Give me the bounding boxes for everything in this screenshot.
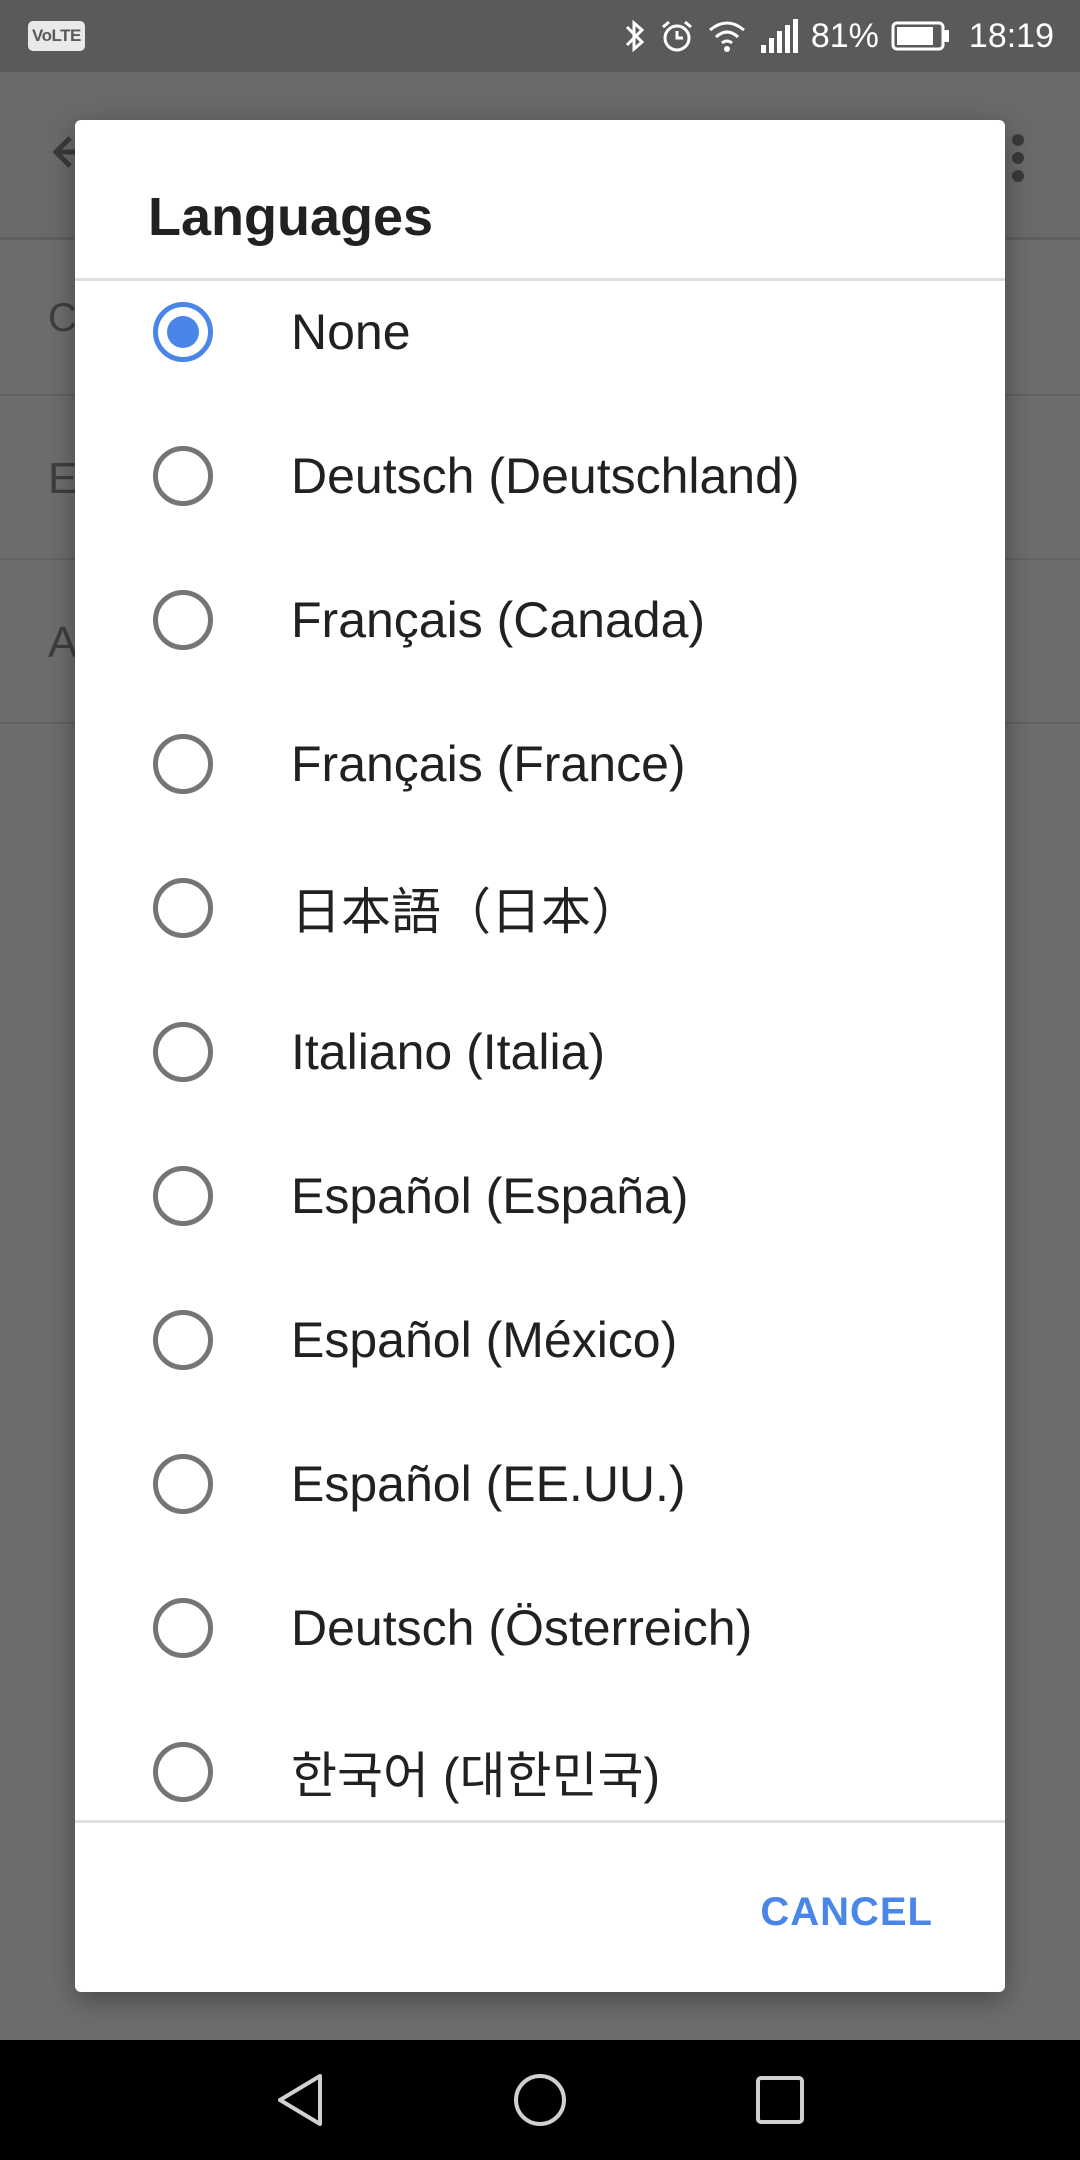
- language-option-label: Español (México): [291, 1312, 678, 1368]
- language-option-de-de[interactable]: Deutsch (Deutschland): [75, 404, 1005, 548]
- battery-icon: [891, 20, 951, 52]
- divider: [75, 1820, 1005, 1823]
- back-icon[interactable]: [268, 2068, 332, 2132]
- radio-button[interactable]: [153, 1166, 213, 1226]
- language-option-es-es[interactable]: Español (España): [75, 1124, 1005, 1268]
- background-row-label: A: [48, 618, 78, 667]
- language-option-de-at[interactable]: Deutsch (Österreich): [75, 1556, 1005, 1700]
- language-option-label: Deutsch (Deutschland): [291, 448, 800, 504]
- language-option-fr-ca[interactable]: Français (Canada): [75, 548, 1005, 692]
- recents-icon[interactable]: [748, 2068, 812, 2132]
- language-option-label: Français (Canada): [291, 592, 706, 648]
- language-option-label: Español (España): [291, 1168, 689, 1224]
- radio-button[interactable]: [153, 1598, 213, 1658]
- cancel-button[interactable]: CANCEL: [760, 1880, 933, 1945]
- radio-button[interactable]: [153, 1310, 213, 1370]
- clock: 18:19: [968, 16, 1054, 55]
- language-option-label: 한국어 (대한민국): [291, 1748, 661, 1804]
- signal-icon: [759, 19, 799, 53]
- radio-button[interactable]: [153, 446, 213, 506]
- language-option-label: 日本語（日本）: [291, 884, 641, 940]
- alarm-icon: [659, 18, 695, 54]
- radio-button[interactable]: [153, 1454, 213, 1514]
- language-option-it-it[interactable]: Italiano (Italia): [75, 980, 1005, 1124]
- battery-percent: 81%: [810, 16, 879, 55]
- navigation-bar: [0, 2040, 1080, 2160]
- screen: VoLTE 81% 18:19 C E A Languages None Deu…: [0, 0, 1080, 2160]
- language-option-es-us[interactable]: Español (EE.UU.): [75, 1412, 1005, 1556]
- bluetooth-icon: [623, 18, 647, 54]
- language-option-label: Deutsch (Österreich): [291, 1600, 753, 1656]
- status-bar: VoLTE 81% 18:19: [0, 0, 1080, 72]
- background-row-label: C: [48, 296, 77, 340]
- language-option-ja-jp[interactable]: 日本語（日本）: [75, 836, 1005, 980]
- radio-button[interactable]: [153, 734, 213, 794]
- languages-dialog: Languages None Deutsch (Deutschland) Fra…: [75, 120, 1005, 1992]
- dialog-title: Languages: [148, 187, 434, 247]
- volte-badge: VoLTE: [28, 21, 85, 51]
- status-icons: 81% 18:19: [623, 17, 1054, 56]
- language-option-label: None: [291, 304, 411, 360]
- radio-button[interactable]: [153, 1742, 213, 1802]
- language-option-fr-fr[interactable]: Français (France): [75, 692, 1005, 836]
- radio-button[interactable]: [153, 590, 213, 650]
- language-options-list[interactable]: None Deutsch (Deutschland) Français (Can…: [75, 278, 1005, 1820]
- language-option-label: Español (EE.UU.): [291, 1456, 686, 1512]
- home-icon[interactable]: [508, 2068, 572, 2132]
- language-option-ko-kr[interactable]: 한국어 (대한민국): [75, 1700, 1005, 1820]
- language-option-label: Italiano (Italia): [291, 1024, 606, 1080]
- wifi-icon: [707, 18, 747, 54]
- more-vert-icon: [1011, 134, 1025, 187]
- background-row-label: E: [48, 454, 78, 503]
- radio-button-checked[interactable]: [153, 302, 213, 362]
- radio-button[interactable]: [153, 1022, 213, 1082]
- radio-button[interactable]: [153, 878, 213, 938]
- language-option-label: Français (France): [291, 736, 686, 792]
- language-option-none[interactable]: None: [75, 278, 1005, 404]
- language-option-es-mx[interactable]: Español (México): [75, 1268, 1005, 1412]
